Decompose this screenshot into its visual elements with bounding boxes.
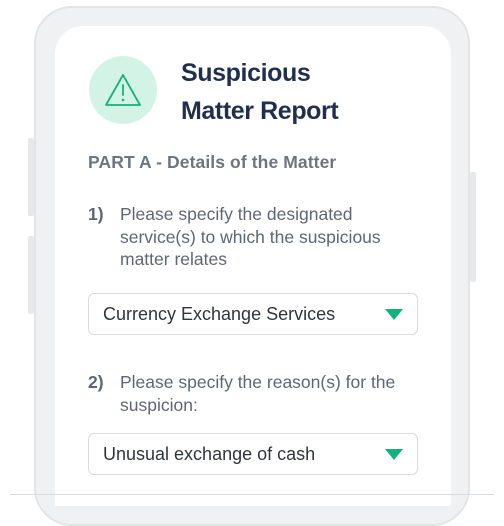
- page-title: Suspicious Matter Report: [181, 54, 421, 130]
- question-1-text: Please specify the designated service(s)…: [120, 204, 381, 269]
- suspicion-reason-select[interactable]: Unusual exchange of cash: [88, 433, 418, 475]
- phone-side-button-right: [470, 172, 476, 282]
- section-heading: PART A - Details of the Matter: [88, 152, 337, 172]
- form-screen: Suspicious Matter Report PART A - Detail…: [55, 26, 451, 506]
- question-1: 1) Please specify the designated service…: [88, 203, 418, 271]
- designated-service-select[interactable]: Currency Exchange Services: [88, 293, 418, 335]
- chevron-down-icon: [385, 449, 403, 460]
- question-1-number: 1): [88, 204, 104, 224]
- warning-icon-badge: [89, 56, 157, 124]
- designated-service-selected-value: Currency Exchange Services: [103, 304, 336, 324]
- bottom-divider: [10, 494, 494, 495]
- question-2: 2) Please specify the reason(s) for the …: [88, 371, 418, 416]
- suspicion-reason-selected-value: Unusual exchange of cash: [103, 444, 316, 464]
- page-title-line1: Suspicious: [181, 59, 311, 87]
- question-2-number: 2): [88, 372, 104, 392]
- warning-triangle-icon: [105, 74, 141, 106]
- chevron-down-icon: [385, 309, 403, 320]
- page-title-line2: Matter Report: [181, 97, 339, 125]
- question-2-text: Please specify the reason(s) for the sus…: [120, 372, 396, 415]
